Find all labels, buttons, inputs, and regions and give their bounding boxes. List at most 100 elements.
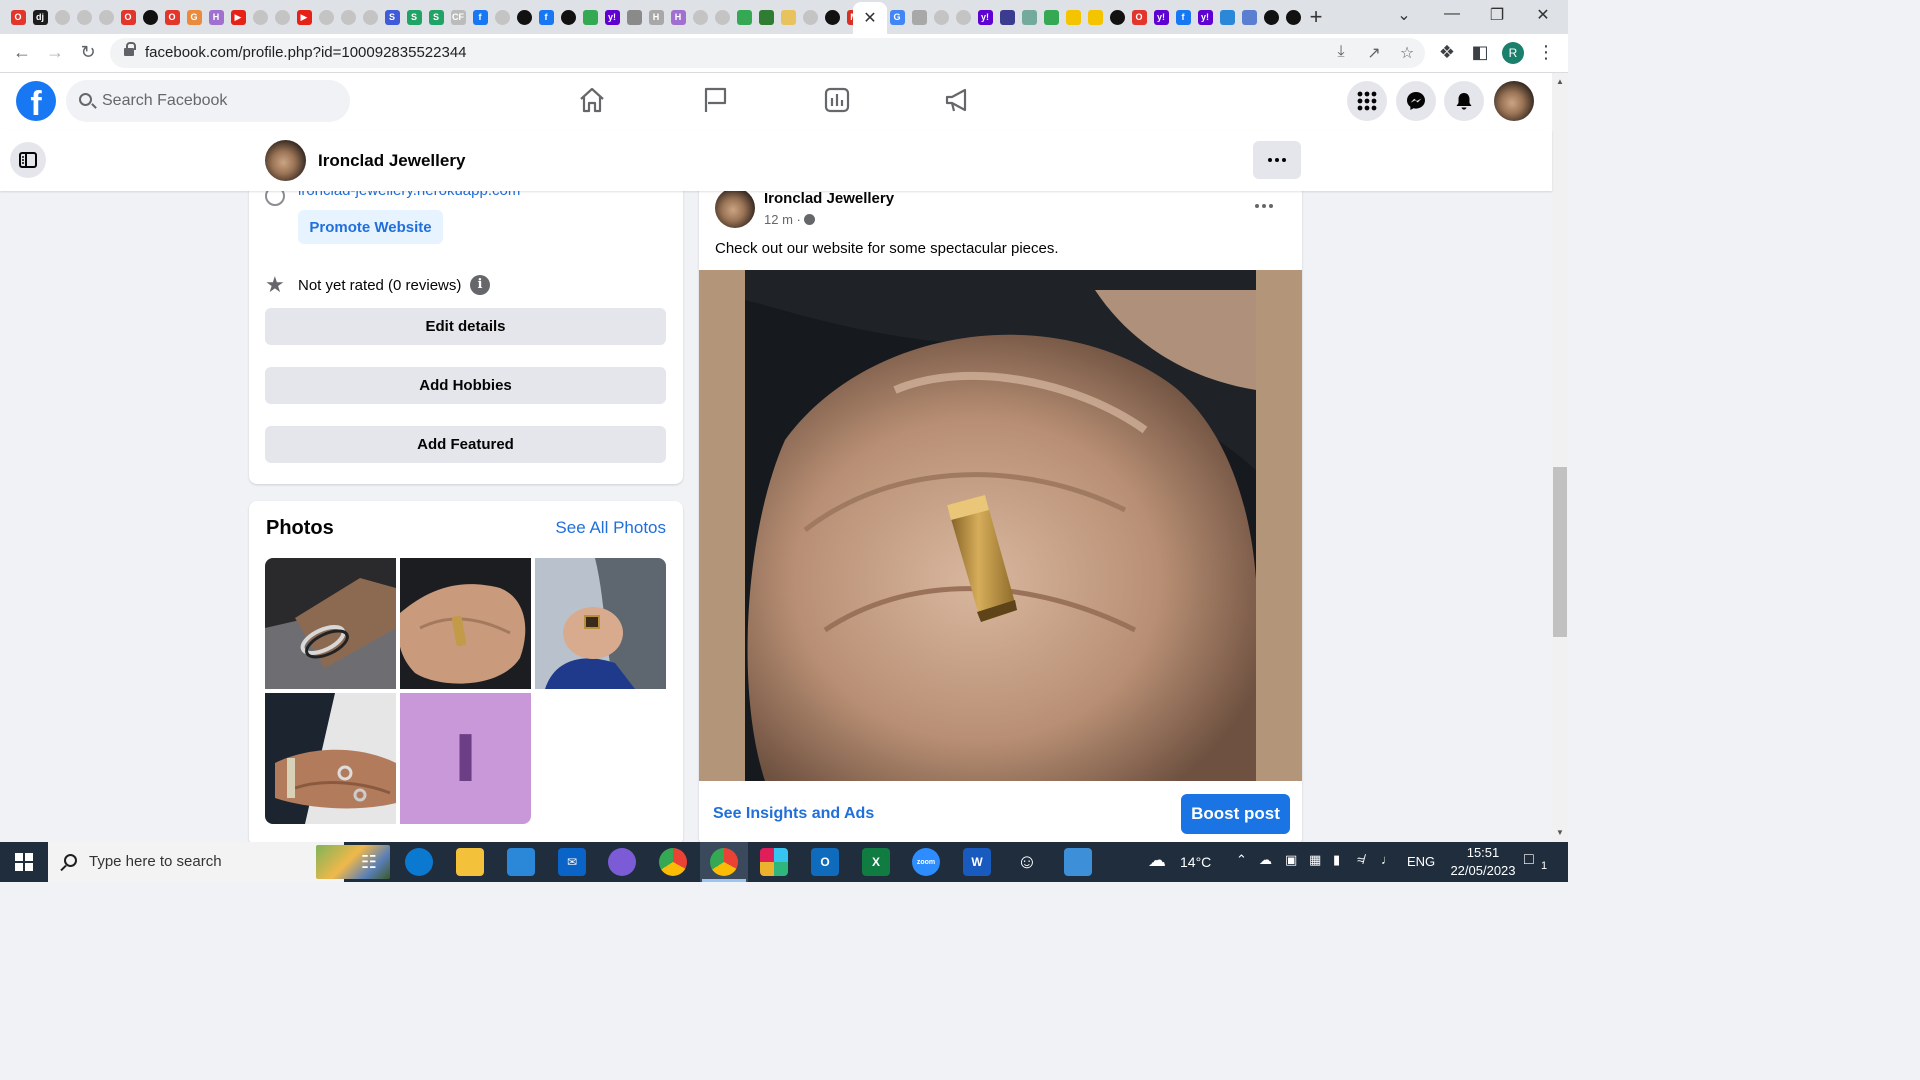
search-input[interactable] <box>102 80 342 122</box>
browser-tab-github-icon[interactable] <box>52 7 72 27</box>
browser-tab-github-icon[interactable] <box>800 7 820 27</box>
lock-icon[interactable] <box>124 42 136 58</box>
ads-megaphone-icon[interactable] <box>943 85 973 115</box>
promote-website-button[interactable]: Promote Website <box>298 210 443 244</box>
photo-thumbnail-bracelet[interactable] <box>265 558 396 689</box>
browser-tab-s-app-icon[interactable]: S <box>382 7 402 27</box>
browser-tab-github-dark-icon[interactable] <box>1261 7 1281 27</box>
page-title[interactable]: Ironclad Jewellery <box>318 151 465 171</box>
browser-tab-github-icon[interactable] <box>712 7 732 27</box>
browser-tab-chart-icon[interactable] <box>624 7 644 27</box>
volume-icon[interactable]: ♩ <box>1381 852 1394 867</box>
browser-tab-github-dark-icon[interactable] <box>1283 7 1303 27</box>
page-more-options-button[interactable] <box>1253 141 1301 179</box>
browser-tab-github-icon[interactable] <box>272 7 292 27</box>
browser-tab-doc-icon[interactable] <box>778 7 798 27</box>
onedrive-icon[interactable]: ☁ <box>1259 852 1272 868</box>
browser-tab-github-icon[interactable] <box>250 7 270 27</box>
post-author-avatar[interactable] <box>715 188 755 228</box>
mail-icon[interactable]: ✉ <box>558 848 586 876</box>
restore-button[interactable]: ❐ <box>1485 5 1509 25</box>
language-indicator[interactable]: ENG <box>1407 854 1435 869</box>
browser-tab-opera-icon[interactable]: O <box>162 7 182 27</box>
browser-tab-google-icon[interactable]: G <box>184 7 204 27</box>
browser-tab-github-dark-icon[interactable] <box>514 7 534 27</box>
photos-app-icon[interactable] <box>1064 848 1092 876</box>
windows-start-icon[interactable] <box>15 853 33 871</box>
see-insights-and-ads-link[interactable]: See Insights and Ads <box>713 805 874 823</box>
menu-grid-button[interactable] <box>1347 81 1387 121</box>
browser-tab-app-icon[interactable] <box>997 7 1017 27</box>
facebook-search[interactable] <box>66 80 350 122</box>
browser-tab-github-icon[interactable] <box>74 7 94 27</box>
task-view-icon[interactable]: ☷ <box>355 848 383 876</box>
browser-tab-github-dark-icon[interactable] <box>822 7 842 27</box>
sidebar-toggle-button[interactable] <box>10 142 46 178</box>
action-icon[interactable]: ▦ <box>1309 852 1321 868</box>
excel-icon[interactable]: X <box>862 848 890 876</box>
weather-cloud-icon[interactable]: ☁ <box>1148 850 1166 871</box>
extensions-puzzle-icon[interactable]: ❖ <box>1435 42 1459 63</box>
photo-thumbnail-signet-ring[interactable] <box>535 558 666 689</box>
scrollbar-thumb[interactable] <box>1553 467 1567 637</box>
reload-button[interactable]: ↻ <box>76 42 100 63</box>
post-author-name[interactable]: Ironclad Jewellery <box>764 190 894 207</box>
notification-center-icon[interactable]: □ <box>1524 851 1534 869</box>
weather-temperature[interactable]: 14°C <box>1180 854 1211 870</box>
clock-date[interactable]: 22/05/2023 <box>1443 863 1523 878</box>
browser-tab-dj-icon[interactable]: dj <box>30 7 50 27</box>
browser-menu-icon[interactable]: ⋮ <box>1534 42 1558 63</box>
clipchamp-icon[interactable] <box>608 848 636 876</box>
microsoft-store-icon[interactable] <box>507 848 535 876</box>
browser-tab-yahoo-icon[interactable]: y! <box>1151 7 1171 27</box>
taskbar-search-placeholder[interactable]: Type here to search <box>89 853 222 870</box>
photo-thumbnail-hands-rings[interactable] <box>265 693 396 824</box>
browser-tab-yahoo-icon[interactable]: y! <box>975 7 995 27</box>
home-icon[interactable] <box>577 85 607 115</box>
outlook-icon[interactable]: O <box>811 848 839 876</box>
browser-tab-github-dark-icon[interactable] <box>558 7 578 27</box>
page-avatar[interactable] <box>265 140 306 181</box>
browser-tab-facebook-icon[interactable]: f <box>470 7 490 27</box>
browser-tab-pin-icon[interactable] <box>756 7 776 27</box>
browser-tab-yahoo-icon[interactable]: y! <box>1195 7 1215 27</box>
photo-thumbnail-ring-hand[interactable] <box>400 558 531 689</box>
word-icon[interactable]: W <box>963 848 991 876</box>
browser-tab-pin-icon[interactable] <box>909 7 929 27</box>
browser-tab-sheets-icon[interactable] <box>734 7 754 27</box>
slack-icon[interactable] <box>760 848 788 876</box>
browser-tab-cf-icon[interactable]: CF <box>448 7 468 27</box>
clock-time[interactable]: 15:51 <box>1463 845 1503 860</box>
taskbar-search-box[interactable]: Type here to search <box>48 842 390 882</box>
address-bar[interactable]: facebook.com/profile.php?id=100092835522… <box>110 38 1425 68</box>
browser-tab-s-app-icon[interactable]: S <box>426 7 446 27</box>
browser-tab-github-dark-icon[interactable] <box>140 7 160 27</box>
browser-tab-facebook-icon[interactable]: f <box>1173 7 1193 27</box>
url-text[interactable]: facebook.com/profile.php?id=100092835522… <box>145 44 467 61</box>
post-timestamp[interactable]: 12 m · <box>764 212 815 227</box>
scroll-up-arrow-icon[interactable]: ▲ <box>1552 77 1568 86</box>
browser-tab-github-icon[interactable] <box>316 7 336 27</box>
edit-details-button[interactable]: Edit details <box>265 308 666 345</box>
browser-tab-chatgpt-icon[interactable] <box>1019 7 1039 27</box>
wifi-icon[interactable]: ≉ <box>1357 852 1364 867</box>
window-close-button[interactable]: ✕ <box>1531 5 1555 25</box>
browser-profile-avatar[interactable]: R <box>1502 42 1524 64</box>
browser-tab-opera-icon[interactable]: O <box>8 7 28 27</box>
minimize-button[interactable]: — <box>1440 5 1464 23</box>
install-app-icon[interactable]: ⤓ <box>1330 43 1352 61</box>
browser-tab-hubspot-icon[interactable]: H <box>668 7 688 27</box>
account-avatar[interactable] <box>1494 81 1534 121</box>
browser-tab-pacman-icon[interactable] <box>1063 7 1083 27</box>
browser-tab-google-icon[interactable]: G <box>887 7 907 27</box>
photo-thumbnail-letter-placeholder[interactable]: I <box>400 693 531 824</box>
tab-search-chevron-icon[interactable]: ⌄ <box>1392 5 1416 25</box>
new-tab-button[interactable]: + <box>1305 4 1327 30</box>
smiley-app-icon[interactable]: ☺ <box>1013 848 1041 876</box>
browser-tab-github-icon[interactable] <box>931 7 951 27</box>
tray-chevron-up-icon[interactable]: ⌃ <box>1236 852 1247 868</box>
insights-icon[interactable] <box>822 85 852 115</box>
browser-tab-youtube-icon[interactable]: ▶ <box>294 7 314 27</box>
share-icon[interactable]: ↗ <box>1363 43 1385 63</box>
browser-tab-s-app-icon[interactable]: S <box>404 7 424 27</box>
